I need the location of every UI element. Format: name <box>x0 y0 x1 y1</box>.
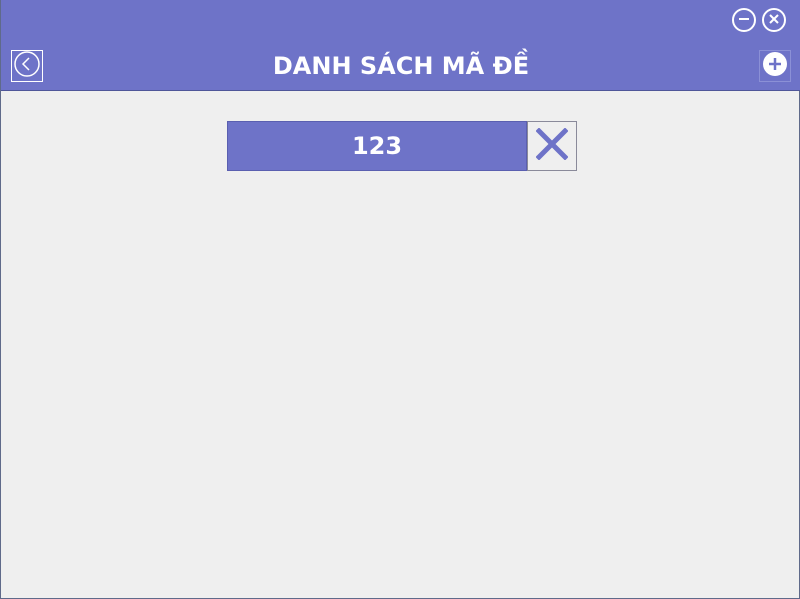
close-icon <box>767 11 781 30</box>
plus-circle-icon <box>762 51 788 81</box>
add-code-button[interactable] <box>759 50 791 82</box>
minimize-icon <box>737 11 751 30</box>
exam-code-button[interactable]: 123 <box>227 121 527 171</box>
close-window-button[interactable] <box>762 8 786 32</box>
delete-code-button[interactable] <box>527 121 577 171</box>
app-window: DANH SÁCH MÃ ĐỀ 123 <box>0 0 800 599</box>
header-bar: DANH SÁCH MÃ ĐỀ <box>1 0 800 91</box>
list-item: 123 <box>227 121 577 171</box>
x-icon <box>535 127 569 164</box>
page-title: DANH SÁCH MÃ ĐỀ <box>272 52 530 80</box>
chevron-left-circle-icon <box>13 50 41 82</box>
minimize-button[interactable] <box>732 8 756 32</box>
back-button[interactable] <box>11 50 43 82</box>
